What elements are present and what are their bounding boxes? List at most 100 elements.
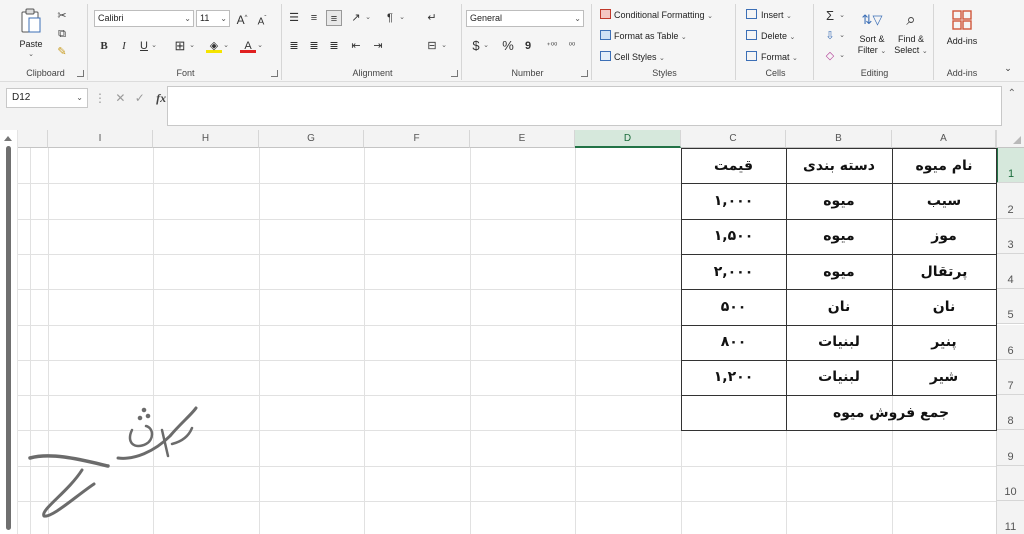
clear-dropdown-icon[interactable]: ⌄ <box>838 48 846 64</box>
column-header-d[interactable]: D <box>575 130 681 148</box>
row-header-2[interactable]: 2 <box>996 183 1024 219</box>
align-middle-icon[interactable]: ≡ <box>306 10 322 26</box>
font-size-select[interactable]: 11 ⌄ <box>196 10 230 27</box>
percent-button[interactable]: % <box>500 38 516 54</box>
shrink-font-button[interactable]: Aˇ <box>254 11 270 27</box>
decrease-indent-icon[interactable]: ⇤ <box>348 38 364 54</box>
name-box[interactable]: D12 ⌄ <box>6 88 88 108</box>
row-number: 6 <box>1007 344 1014 357</box>
column-header-partial[interactable] <box>18 130 48 148</box>
conditional-formatting-label: Conditional Formatting <box>614 10 705 20</box>
clear-icon[interactable]: ◇ <box>822 48 838 64</box>
row-header-10[interactable]: 10 <box>996 465 1024 501</box>
delete-cells-button[interactable]: Delete ⌄ <box>746 30 795 43</box>
align-left-icon[interactable]: ≣ <box>286 38 302 54</box>
ribbon-collapse-chevron-icon[interactable]: ⌄ <box>1000 60 1016 76</box>
number-launcher-icon[interactable] <box>581 70 588 77</box>
cell-styles-button[interactable]: Cell Styles ⌄ <box>600 51 665 64</box>
orientation-dropdown-icon[interactable]: ⌄ <box>364 10 372 26</box>
total-label-cell: جمع فروش میوه <box>832 404 950 421</box>
cancel-icon[interactable]: ✕ <box>115 91 125 105</box>
column-header-b[interactable]: B <box>786 130 892 148</box>
align-top-icon[interactable]: ☰ <box>286 10 302 26</box>
fill-icon[interactable]: ⇩ <box>822 28 838 44</box>
font-launcher-icon[interactable] <box>271 70 278 77</box>
rtl-direction-icon[interactable]: ¶ <box>382 10 398 26</box>
scroll-thumb[interactable] <box>6 146 11 530</box>
scroll-up-arrow-icon[interactable] <box>4 136 12 141</box>
row-header-6[interactable]: 6 <box>996 324 1024 360</box>
styles-group-label: Styles <box>652 68 677 78</box>
row-header-1[interactable]: 1 <box>996 148 1024 184</box>
row-number: 1 <box>1007 168 1015 181</box>
row-header-11[interactable]: 11 <box>996 501 1024 534</box>
align-right-icon[interactable]: ≣ <box>326 38 342 54</box>
formula-bar-collapse-icon[interactable]: ⌃ <box>1008 88 1016 99</box>
sort-filter-button[interactable]: ⇅▽ Sort & Filter ⌄ <box>854 6 890 64</box>
fill-color-icon[interactable]: ◈ <box>206 38 222 53</box>
column-header-e[interactable]: E <box>470 130 575 148</box>
paste-button[interactable]: Paste ⌄ <box>14 6 48 58</box>
orientation-icon[interactable]: ↗ <box>348 10 364 26</box>
conditional-formatting-button[interactable]: Conditional Formatting ⌄ <box>600 9 713 22</box>
fill-color-dropdown-icon[interactable]: ⌄ <box>222 38 230 54</box>
merge-dropdown-icon[interactable]: ⌄ <box>440 38 448 54</box>
alignment-launcher-icon[interactable] <box>451 70 458 77</box>
cell-price: ۵۰۰ <box>720 298 747 315</box>
find-select-button[interactable]: ⌕ Find & Select ⌄ <box>892 6 930 64</box>
row-header-4[interactable]: 4 <box>996 253 1024 290</box>
cut-icon[interactable]: ✂ <box>54 8 70 24</box>
bold-button[interactable]: B <box>96 38 112 54</box>
borders-icon[interactable]: ⊞ <box>172 38 188 54</box>
grow-font-button[interactable]: A^ <box>234 10 250 27</box>
increase-decimal-icon[interactable]: ⁺⁰⁰ <box>544 38 560 54</box>
format-cells-button[interactable]: Format ⌄ <box>746 51 798 64</box>
font-color-dropdown-icon[interactable]: ⌄ <box>256 38 264 54</box>
more-options-icon[interactable]: ⋮ <box>94 91 106 105</box>
cells-group: Insert ⌄ Delete ⌄ Format ⌄ Cells <box>738 4 814 80</box>
wrap-text-icon[interactable]: ↵ <box>424 10 440 26</box>
decrease-decimal-icon[interactable]: ⁰⁰ <box>564 38 580 54</box>
format-painter-icon[interactable]: ✎ <box>54 44 70 60</box>
increase-indent-icon[interactable]: ⇥ <box>370 38 386 54</box>
number-format-select[interactable]: General ⌄ <box>466 10 584 27</box>
font-color-button[interactable]: A <box>240 38 256 53</box>
copy-icon[interactable]: ⧉ <box>54 26 70 42</box>
addins-button[interactable]: Add-ins <box>940 6 984 54</box>
vertical-scrollbar[interactable] <box>0 130 18 534</box>
underline-dropdown-icon[interactable]: ⌄ <box>150 38 158 54</box>
autosum-icon[interactable]: Σ <box>822 8 838 24</box>
align-bottom-icon[interactable]: ≡ <box>326 10 342 26</box>
formula-input[interactable] <box>167 86 1002 126</box>
column-header-i[interactable]: I <box>48 130 153 148</box>
comma-style-button[interactable]: 9 <box>520 38 536 54</box>
row-header-5[interactable]: 5 <box>996 289 1024 325</box>
direction-dropdown-icon[interactable]: ⌄ <box>398 10 406 26</box>
italic-button[interactable]: I <box>116 38 132 54</box>
alignment-group: ☰ ≡ ≡ ↗ ⌄ ¶ ⌄ ↵ ≣ ≣ ≣ ⇤ ⇥ ⊟ ⌄ Alignment <box>284 4 462 80</box>
column-header-g[interactable]: G <box>259 130 364 148</box>
column-header-f[interactable]: F <box>364 130 470 148</box>
currency-dropdown-icon[interactable]: ⌄ <box>482 38 490 54</box>
autosum-dropdown-icon[interactable]: ⌄ <box>838 8 846 24</box>
select-all-corner[interactable] <box>996 130 1024 148</box>
fill-dropdown-icon[interactable]: ⌄ <box>838 28 846 44</box>
column-header-c[interactable]: C <box>681 130 786 148</box>
column-header-a[interactable]: A <box>892 130 996 148</box>
paste-dropdown-icon[interactable]: ⌄ <box>14 50 48 58</box>
insert-function-icon[interactable]: fx <box>156 91 166 105</box>
clipboard-launcher-icon[interactable] <box>77 70 84 77</box>
cell-category: میوه <box>823 263 855 280</box>
font-name-select[interactable]: Calibri ⌄ <box>94 10 194 27</box>
borders-dropdown-icon[interactable]: ⌄ <box>188 38 196 54</box>
format-as-table-button[interactable]: Format as Table ⌄ <box>600 30 687 43</box>
row-header-8[interactable]: 8 <box>996 395 1024 431</box>
column-header-h[interactable]: H <box>153 130 259 148</box>
align-center-icon[interactable]: ≣ <box>306 38 322 54</box>
row-header-7[interactable]: 7 <box>996 359 1024 396</box>
row-header-3[interactable]: 3 <box>996 218 1024 254</box>
enter-icon[interactable]: ✓ <box>135 91 145 105</box>
row-header-9[interactable]: 9 <box>996 430 1024 466</box>
insert-cells-button[interactable]: Insert ⌄ <box>746 9 792 22</box>
merge-center-icon[interactable]: ⊟ <box>424 38 440 54</box>
